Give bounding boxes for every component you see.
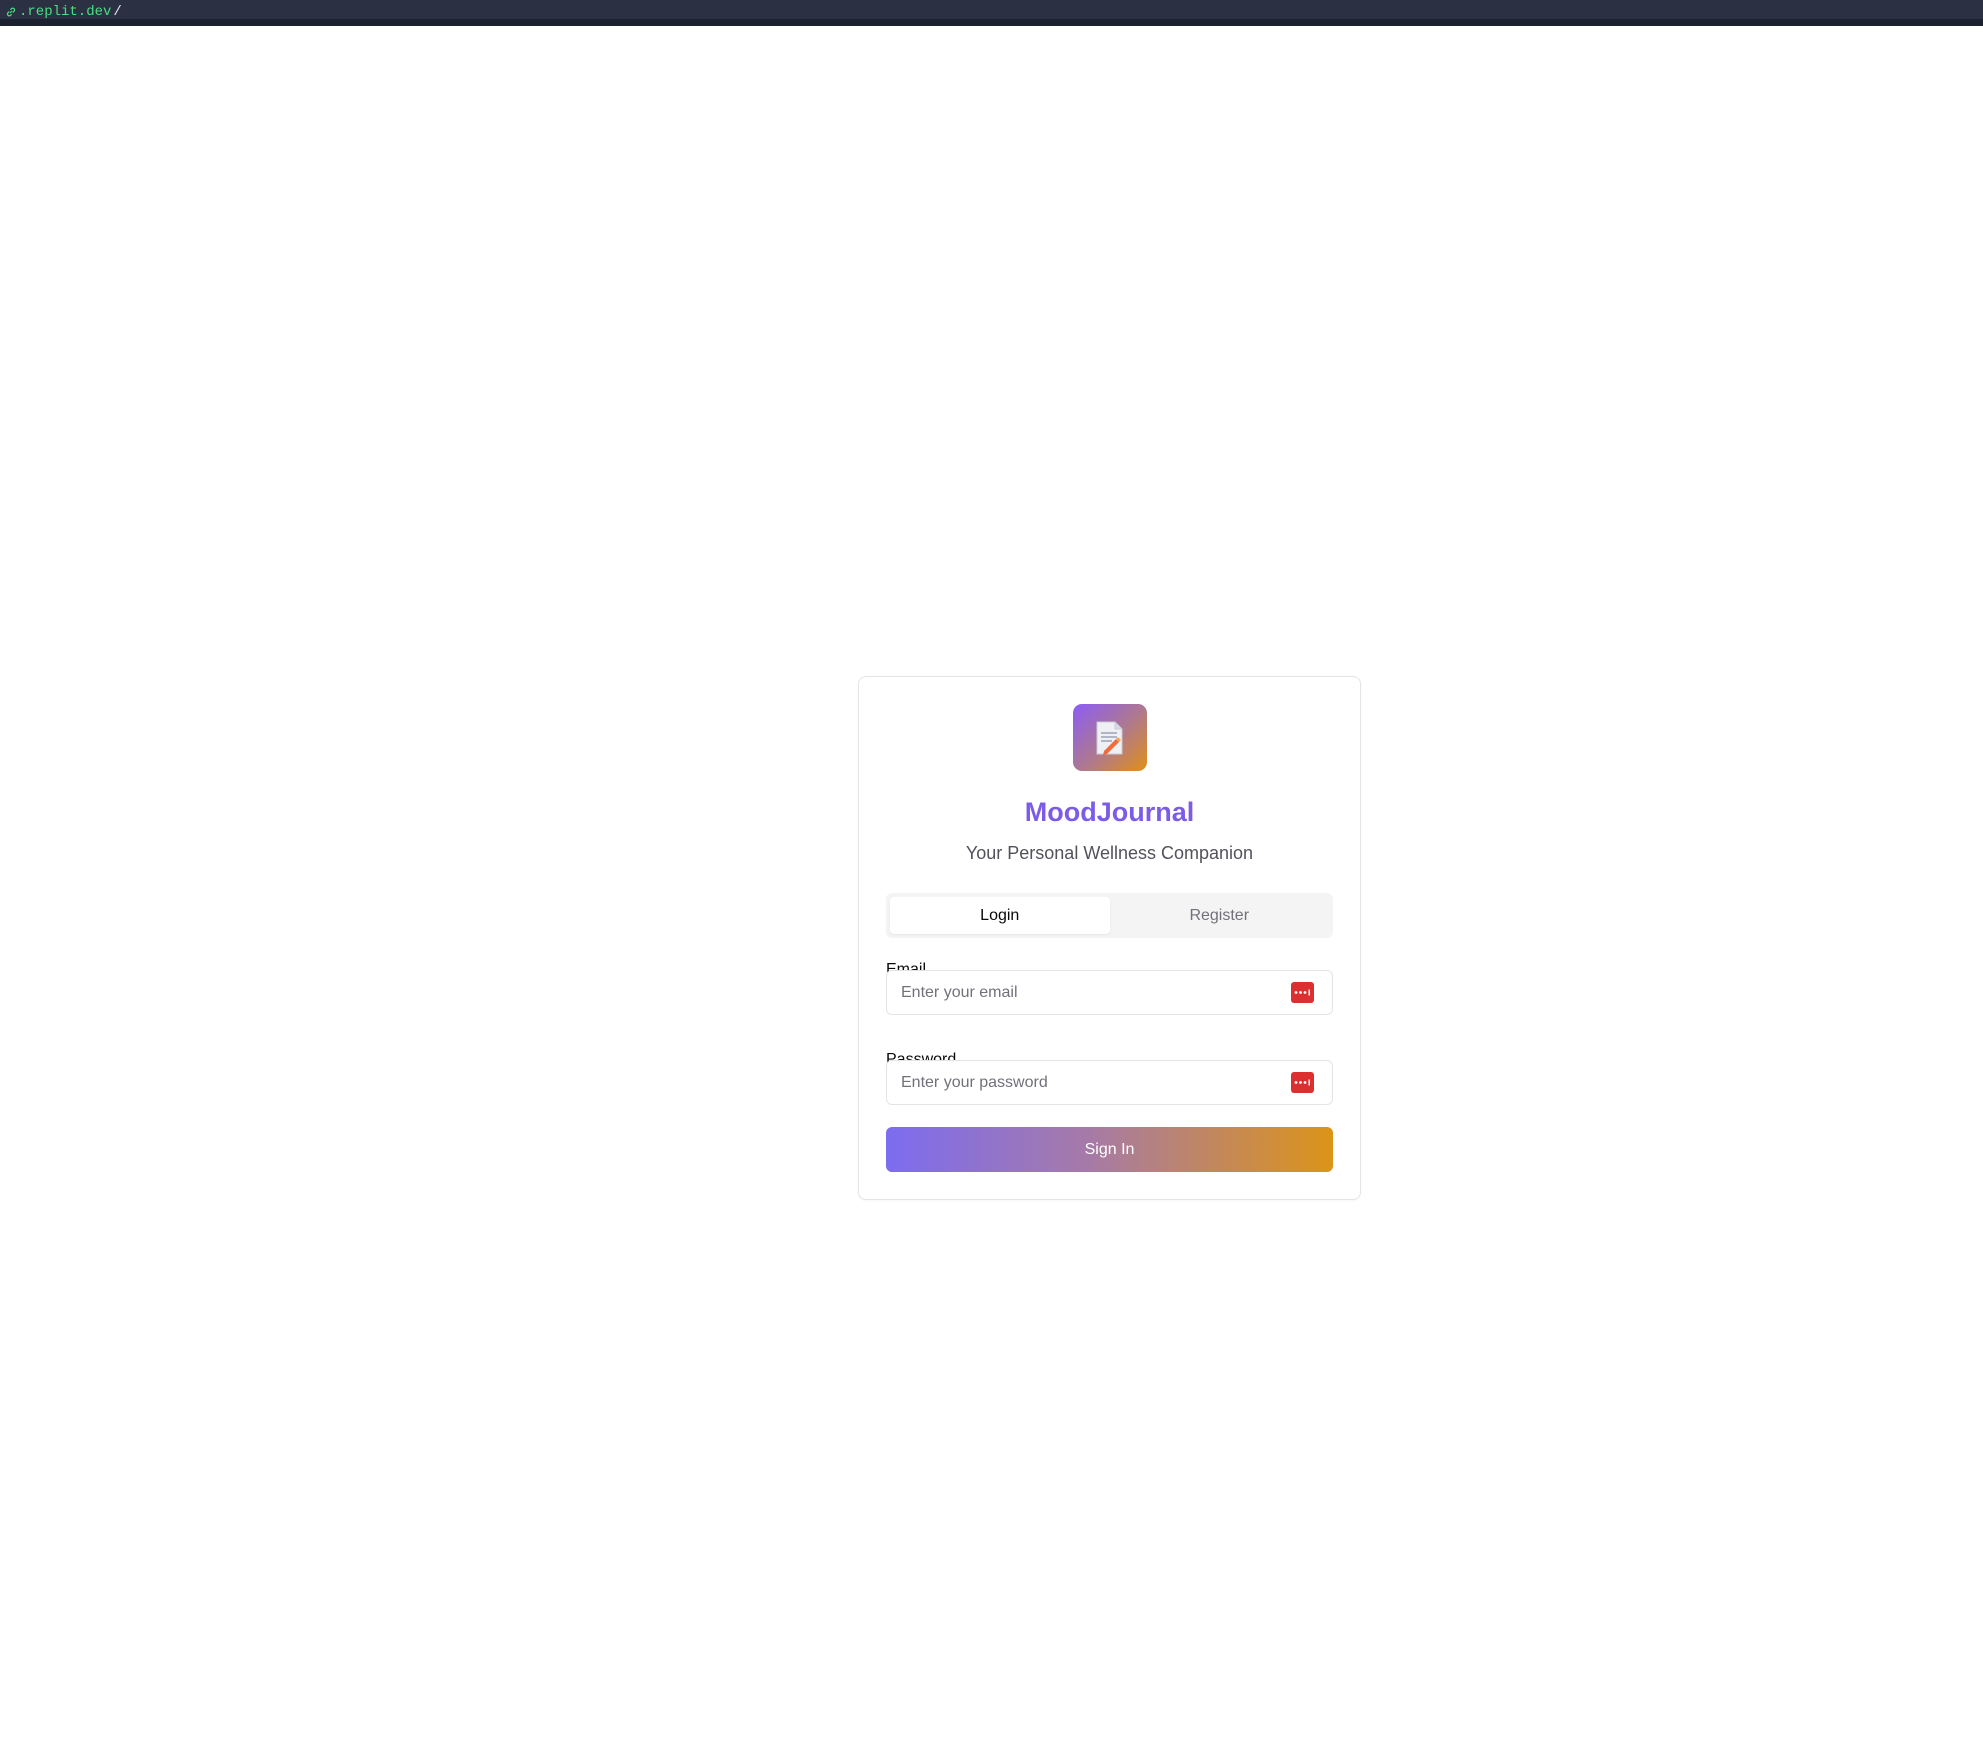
email-field-wrapper — [886, 970, 1333, 1015]
url-host: .replit.dev — [19, 4, 112, 20]
password-manager-icon[interactable] — [1291, 1072, 1314, 1093]
memo-pencil-icon — [1096, 721, 1123, 755]
url-path: / — [113, 4, 122, 20]
browser-url-bar: .replit.dev / — [0, 0, 1983, 26]
password-field-wrapper — [886, 1060, 1333, 1105]
auth-tabs: Login Register — [886, 893, 1333, 938]
app-logo — [1073, 704, 1147, 771]
password-field[interactable] — [887, 1061, 1332, 1104]
url-display[interactable]: .replit.dev / — [5, 3, 122, 21]
tab-register[interactable]: Register — [1110, 897, 1330, 934]
dots-icon — [1294, 1079, 1310, 1086]
sign-in-button[interactable]: Sign In — [886, 1127, 1333, 1172]
email-field[interactable] — [887, 971, 1332, 1014]
tab-login[interactable]: Login — [890, 897, 1110, 934]
login-card: MoodJournal Your Personal Wellness Compa… — [858, 676, 1361, 1200]
password-manager-icon[interactable] — [1291, 982, 1314, 1003]
app-subtitle: Your Personal Wellness Companion — [965, 843, 1254, 863]
dots-icon — [1294, 989, 1310, 996]
link-icon — [6, 7, 16, 17]
app-title: MoodJournal — [1024, 797, 1195, 827]
